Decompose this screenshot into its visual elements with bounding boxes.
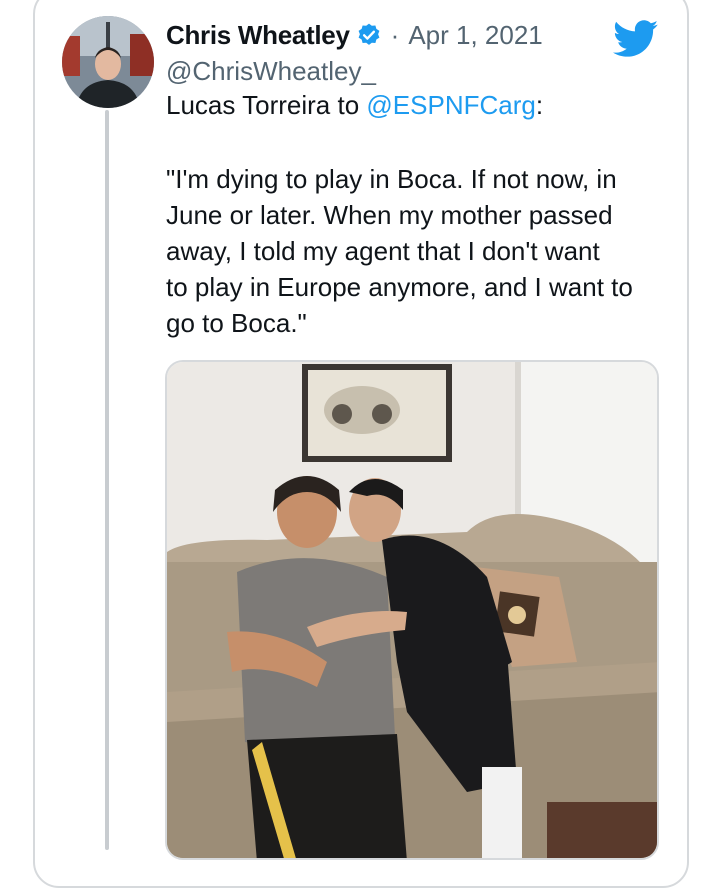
tweet-header: Chris Wheatley · Apr 1, 2021 <box>166 18 543 52</box>
tweet-intro: Lucas Torreira to @ESPNFCarg: <box>166 90 543 121</box>
intro-suffix: : <box>535 90 544 120</box>
tweet-date[interactable]: Apr 1, 2021 <box>408 20 542 51</box>
avatar[interactable] <box>62 16 154 108</box>
tweet-photo[interactable] <box>165 360 659 860</box>
separator: · <box>390 19 400 50</box>
thread-line <box>105 110 109 850</box>
mention-link[interactable]: @ESPNFCarg <box>366 90 535 120</box>
twitter-bird-icon[interactable] <box>613 20 659 58</box>
author-name[interactable]: Chris Wheatley <box>166 20 350 51</box>
tweet-quote: "I'm dying to play in Boca. If not now, … <box>166 164 633 338</box>
intro-text: Lucas Torreira to <box>166 90 367 120</box>
verified-badge-icon <box>356 22 382 48</box>
author-handle[interactable]: @ChrisWheatley_ <box>166 56 376 87</box>
